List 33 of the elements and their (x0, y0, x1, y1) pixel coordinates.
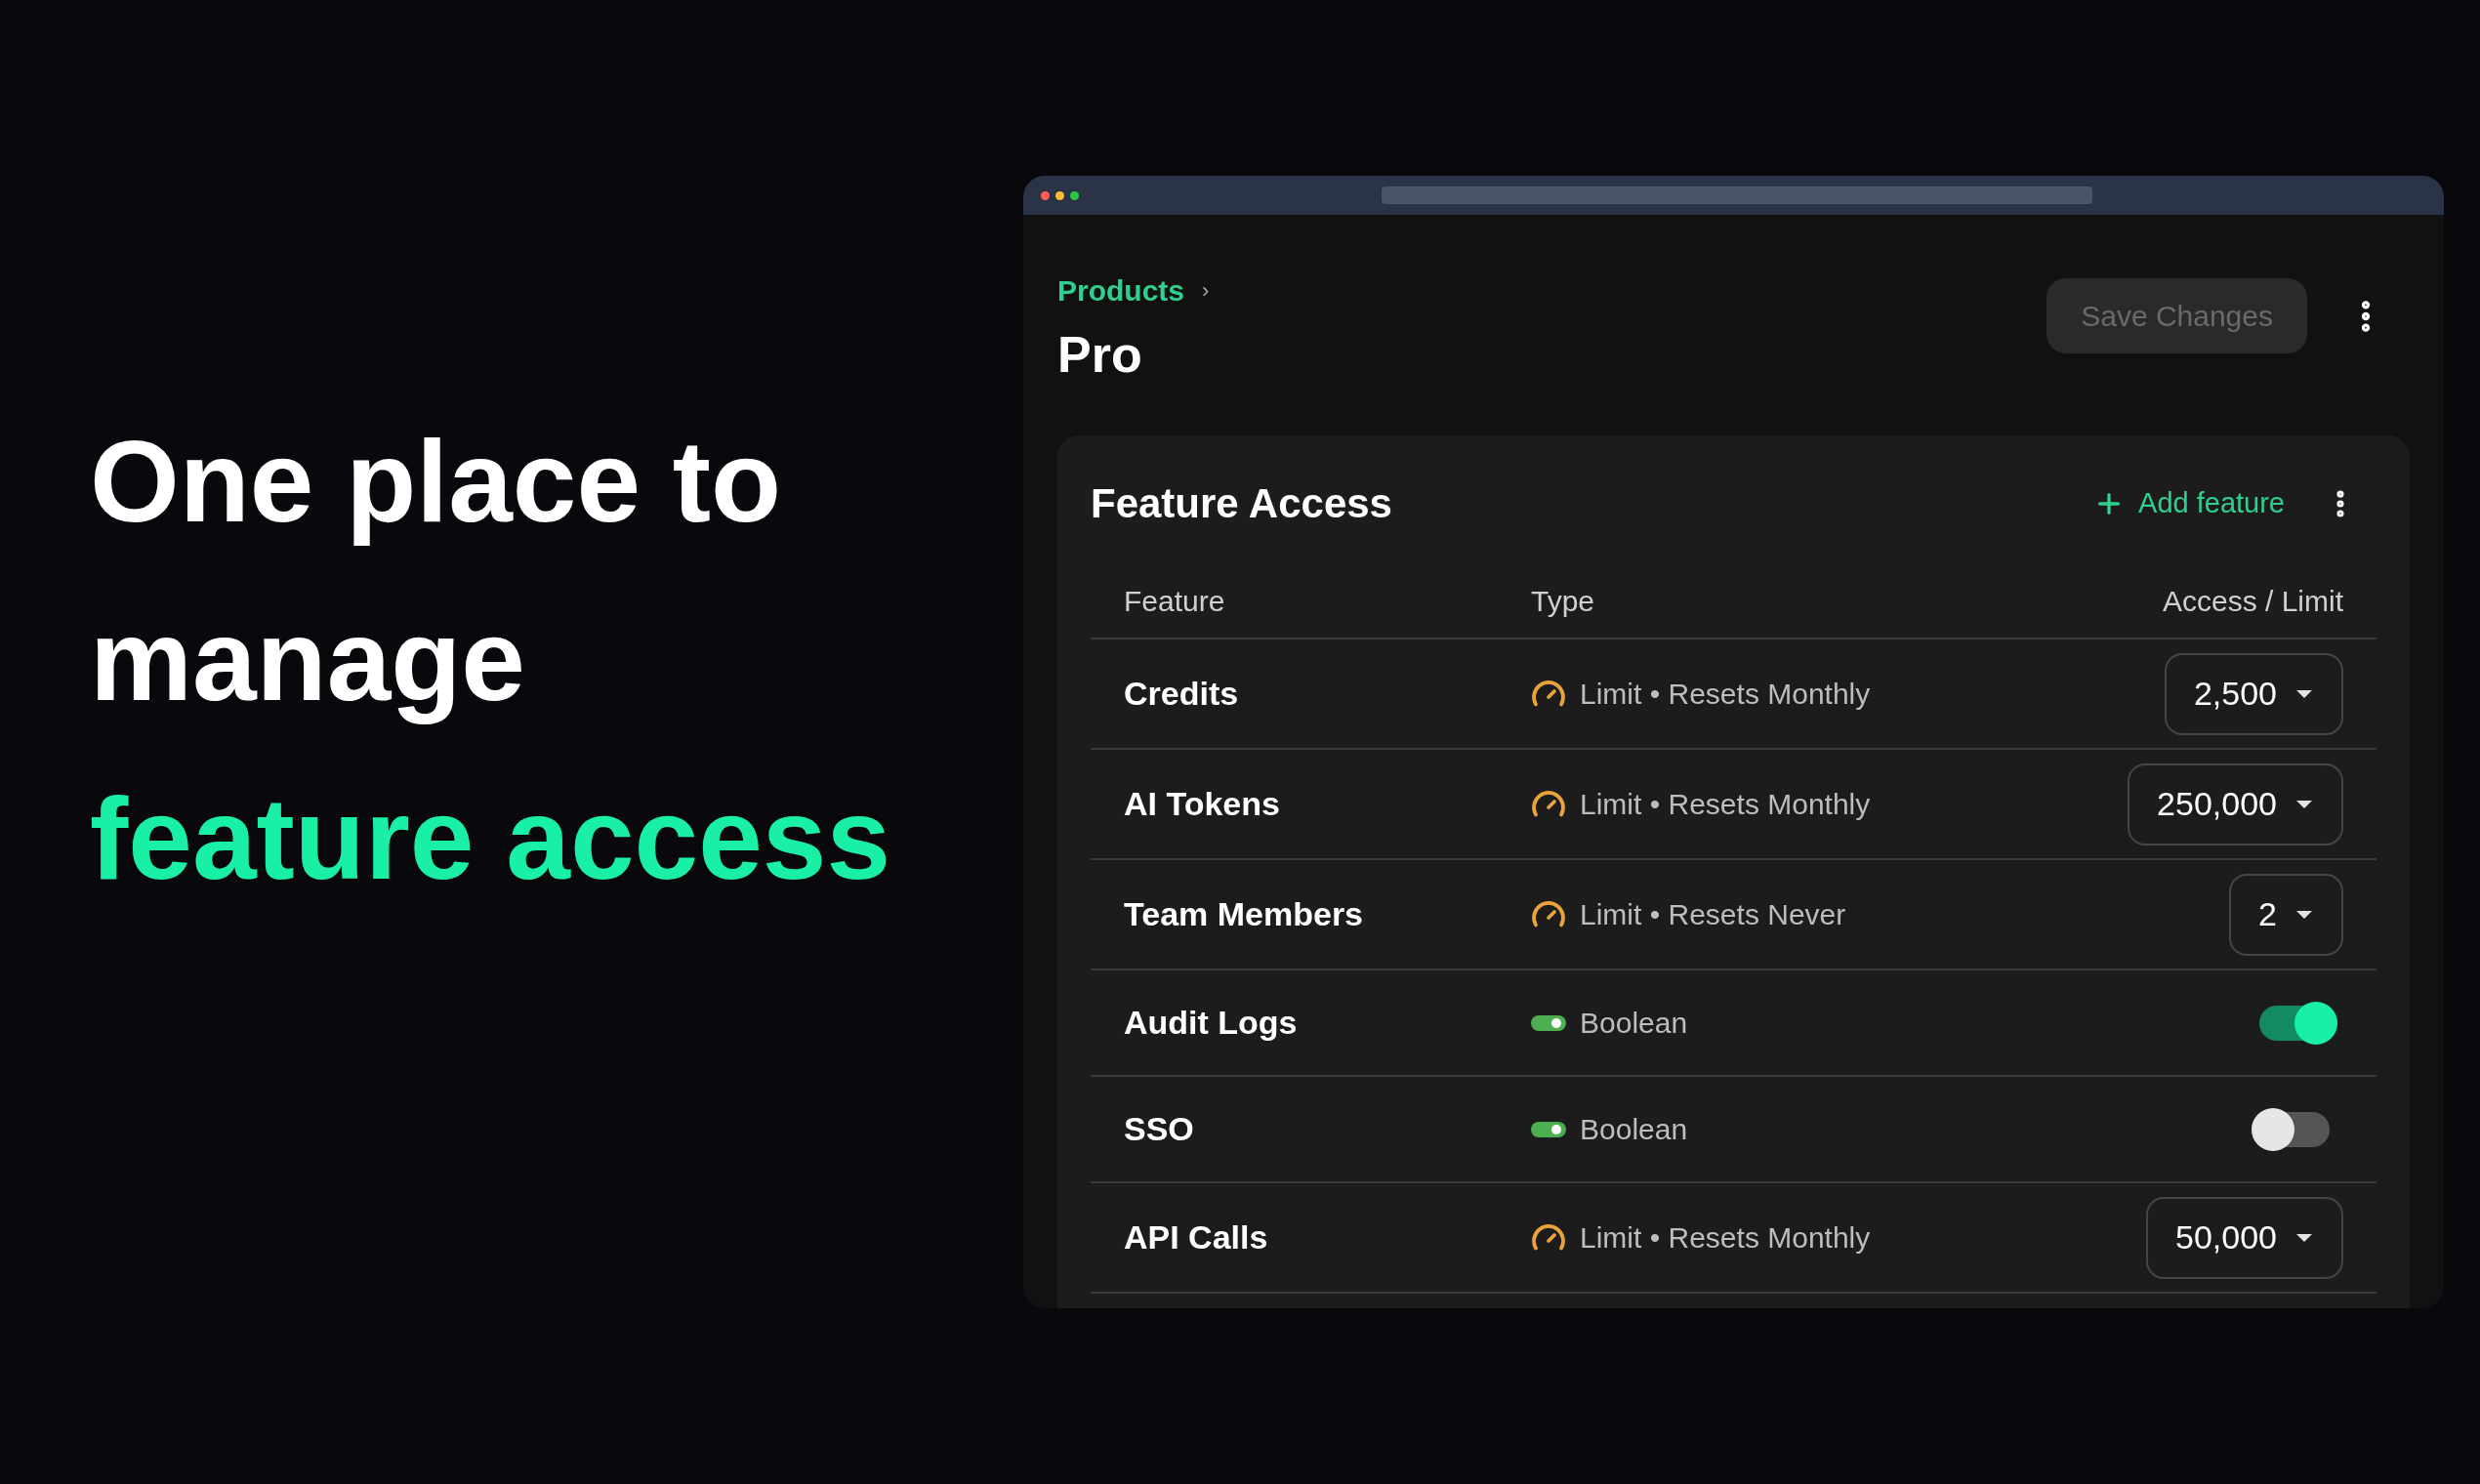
feature-name: API Calls (1124, 1217, 1269, 1257)
column-header: Access / Limit (2162, 583, 2343, 619)
feature-type: Boolean (1580, 1006, 1688, 1041)
breadcrumb-link[interactable]: Products (1057, 268, 1185, 312)
column-header: Feature (1124, 583, 1226, 619)
feature-type: Boolean (1580, 1112, 1688, 1147)
caret-icon (2294, 1231, 2314, 1244)
feature-type: Limit • Resets Never (1580, 897, 1846, 932)
headline-line: One place to (90, 416, 783, 548)
caret-icon (2294, 908, 2314, 921)
page-title: Pro (1057, 325, 1143, 385)
feature-name: Credits (1124, 674, 1240, 714)
column-header: Type (1531, 583, 1596, 619)
feature-name: Audit Logs (1124, 1003, 1299, 1043)
card-title: Feature Access (1091, 479, 1392, 528)
toggle-icon (1531, 1013, 1566, 1032)
caret-icon (2294, 687, 2314, 700)
feature-name: AI Tokens (1124, 784, 1281, 824)
limit-select[interactable]: 2,500 (2164, 652, 2343, 735)
caret-icon (2294, 798, 2314, 810)
limit-select[interactable]: 50,000 (2146, 1196, 2343, 1279)
limit-select[interactable]: 250,000 (2128, 763, 2343, 845)
feature-type: Limit • Resets Monthly (1580, 787, 1871, 822)
add-feature-button[interactable]: Add feature (2093, 481, 2285, 525)
feature-type: Limit • Resets Monthly (1580, 677, 1871, 712)
headline-line: manage (90, 595, 526, 726)
feature-type: Limit • Resets Monthly (1580, 1220, 1871, 1256)
feature-name: Team Members (1124, 894, 1365, 934)
headline-accent: feature access (90, 773, 891, 905)
toggle-icon (1531, 1120, 1566, 1138)
limit-select[interactable]: 2 (2229, 873, 2343, 956)
breadcrumb-separator: › (1202, 277, 1210, 305)
feature-name: SSO (1124, 1109, 1195, 1149)
